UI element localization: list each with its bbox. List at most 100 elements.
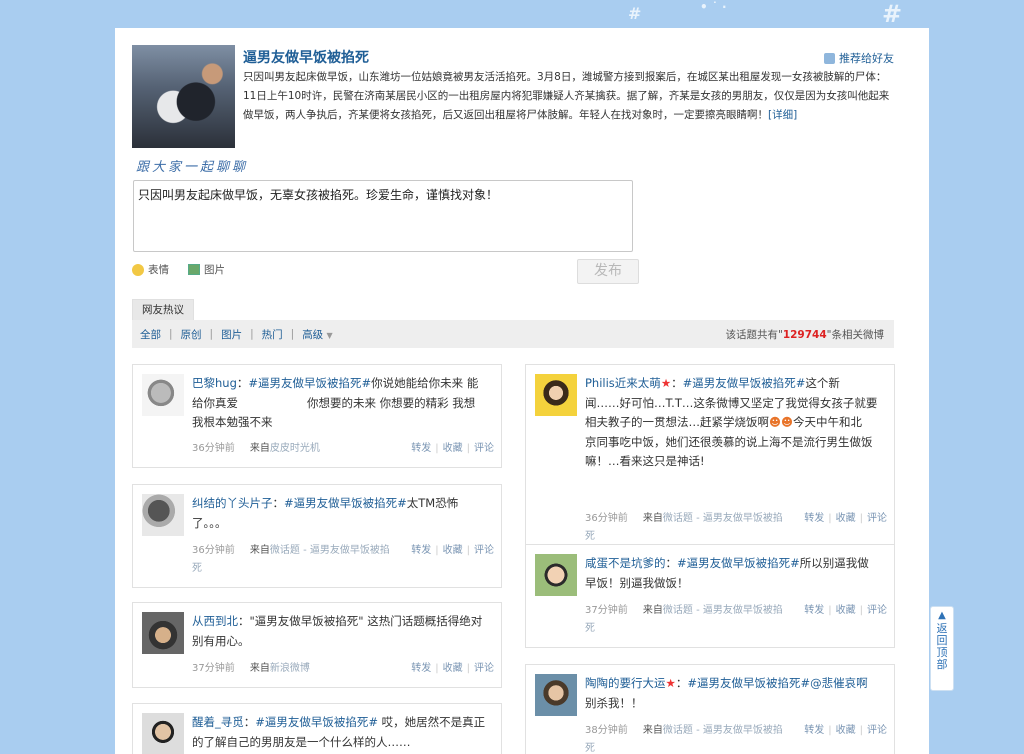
comment-link[interactable]: 评论: [474, 443, 494, 454]
forward-link[interactable]: 转发: [804, 513, 824, 524]
favorite-link[interactable]: 收藏: [836, 605, 856, 616]
avatar[interactable]: [142, 713, 184, 754]
list-item: 纠结的丫头片子：#逼男友做早饭被掐死#太TM恐怖 了。。。 36分钟前 来自微话…: [132, 484, 502, 588]
post-meta: 36分钟前 来自微话题 - 逼男友做早饭被掐 转发 | 收藏 | 评论 死: [192, 545, 494, 574]
forward-link[interactable]: 转发: [411, 443, 431, 454]
thumbs-up-icon: [824, 52, 835, 64]
avatar[interactable]: [535, 554, 577, 596]
filter-original[interactable]: 原创: [173, 327, 210, 342]
post-meta: 37分钟前 来自新浪微博 转发 | 收藏 | 评论: [192, 663, 494, 674]
comment-link[interactable]: 评论: [867, 513, 887, 524]
back-to-top-button[interactable]: ▲ 返 回 顶 部: [930, 606, 954, 691]
decor-hash-2: #: [882, 0, 903, 28]
list-item: 巴黎hug：#逼男友做早饭被掐死#你说她能给你未来 能 给你真爱 你想要的未来 …: [132, 364, 502, 468]
topic-tag[interactable]: #逼男友做早饭被掐死#: [687, 676, 810, 690]
avatar[interactable]: [142, 494, 184, 536]
post-time[interactable]: 38分钟前: [585, 725, 628, 736]
news-photo[interactable]: [132, 45, 235, 148]
post-source[interactable]: 微话题 - 逼男友做早饭被掐: [663, 605, 783, 616]
recommend-button[interactable]: 推荐给好友: [824, 50, 894, 66]
comment-link[interactable]: 评论: [474, 545, 494, 556]
filter-images[interactable]: 图片: [213, 327, 250, 342]
topic-tag[interactable]: #逼男友做早饭被掐死#: [683, 376, 806, 390]
topic-tag[interactable]: #逼男友做早饭被掐死#: [284, 496, 407, 510]
topic-tag[interactable]: #逼男友做早饭被掐死#: [255, 715, 378, 729]
recommend-label: 推荐给好友: [839, 52, 894, 65]
news-title[interactable]: 逼男友做早饭被掐死: [243, 47, 369, 67]
favorite-link[interactable]: 收藏: [443, 443, 463, 454]
post-time[interactable]: 36分钟前: [585, 513, 628, 524]
detail-link[interactable]: [详细]: [768, 109, 797, 121]
star-icon: ★: [665, 676, 676, 690]
decor-dots: • ˙ ·: [700, 0, 727, 14]
comment-link[interactable]: 评论: [867, 725, 887, 736]
forward-link[interactable]: 转发: [411, 663, 431, 674]
mention-link[interactable]: @悲催哀啊: [810, 676, 868, 690]
comment-link[interactable]: 评论: [474, 663, 494, 674]
forward-link[interactable]: 转发: [804, 605, 824, 616]
post-user[interactable]: 醒着_寻觅: [192, 715, 244, 729]
arrow-up-icon: ▲: [938, 610, 946, 621]
tab-hot-discussion[interactable]: 网友热议: [132, 299, 194, 321]
post-button[interactable]: 发布: [577, 259, 639, 284]
post-user[interactable]: 从西到北: [192, 614, 238, 628]
image-button[interactable]: 图片: [188, 262, 225, 277]
emoji-label: 表情: [148, 264, 169, 276]
post-count: 该话题共有"129744"条相关微博: [725, 328, 884, 341]
list-item: 咸蛋不是坑爹的：#逼男友做早饭被掐死#所以别逼我做 早饭！别逼我做饭！ 37分钟…: [525, 544, 895, 648]
chat-heading: 跟大家一起聊聊: [136, 160, 249, 175]
forward-link[interactable]: 转发: [411, 545, 431, 556]
list-item: Philis近来太萌★：#逼男友做早饭被掐死#这个新 闻……好可怕…T.T…这条…: [525, 364, 895, 556]
avatar[interactable]: [535, 374, 577, 416]
favorite-link[interactable]: 收藏: [836, 513, 856, 524]
comment-link[interactable]: 评论: [867, 605, 887, 616]
post-user[interactable]: 陶陶的要行大运: [585, 676, 666, 690]
list-item: 醒着_寻觅：#逼男友做早饭被掐死# 哎，她居然不是真正 的了解自己的男朋友是一个…: [132, 703, 502, 754]
list-item: 从西到北："逼男友做早饭被掐死" 这热门话题概括得绝对 别有用心。 37分钟前 …: [132, 602, 502, 688]
post-source[interactable]: 微话题 - 逼男友做早饭被掐: [270, 545, 390, 556]
image-label: 图片: [204, 264, 225, 276]
avatar[interactable]: [535, 674, 577, 716]
post-time[interactable]: 36分钟前: [192, 545, 235, 556]
emoji-button[interactable]: 表情: [132, 262, 169, 277]
post-meta: 36分钟前 来自微话题 - 逼男友做早饭被掐 转发 | 收藏 | 评论 死: [585, 513, 887, 542]
post-count-number: 129744: [782, 328, 827, 341]
topic-tag[interactable]: #逼男友做早饭被掐死#: [677, 556, 800, 570]
post-time[interactable]: 36分钟前: [192, 443, 235, 454]
post-user[interactable]: Philis近来太萌: [585, 376, 661, 390]
news-summary: 只因叫男友起床做早饭，山东潍坊一位姑娘竟被男友活活掐死。3月8日，潍城警方接到报…: [243, 68, 895, 125]
star-icon: ★: [660, 376, 672, 390]
topic-tag[interactable]: #逼男友做早饭被掐死#: [248, 376, 371, 390]
post-user[interactable]: 巴黎hug: [192, 376, 237, 390]
decor-hash-1: #: [628, 4, 642, 23]
avatar[interactable]: [142, 374, 184, 416]
post-textarea[interactable]: 只因叫男友起床做早饭，无辜女孩被掐死。珍爱生命，谨慎找对象！: [133, 180, 633, 252]
filter-hot[interactable]: 热门: [254, 327, 291, 342]
post-source[interactable]: 新浪微博: [270, 663, 310, 674]
filter-bar: 全部 | 原创 | 图片 | 热门 | 高级 ▼ 该话题共有"129744"条相关微博: [132, 320, 894, 348]
post-meta: 36分钟前 来自皮皮时光机 转发 | 收藏 | 评论: [192, 443, 494, 454]
smile-icon: [132, 263, 144, 276]
post-source[interactable]: 微话题 - 逼男友做早饭被掐: [663, 725, 783, 736]
favorite-link[interactable]: 收藏: [836, 725, 856, 736]
emoticon-icon: ☻☻: [769, 415, 793, 429]
list-item: 陶陶的要行大运★：#逼男友做早饭被掐死#@悲催哀啊 别杀我！！ 38分钟前 来自…: [525, 664, 895, 754]
post-user[interactable]: 咸蛋不是坑爹的: [585, 556, 666, 570]
favorite-link[interactable]: 收藏: [443, 663, 463, 674]
post-time[interactable]: 37分钟前: [585, 605, 628, 616]
post-source[interactable]: 皮皮时光机: [270, 443, 320, 454]
post-source[interactable]: 微话题 - 逼男友做早饭被掐: [663, 513, 783, 524]
filter-advanced[interactable]: 高级 ▼: [294, 327, 341, 342]
forward-link[interactable]: 转发: [804, 725, 824, 736]
post-meta: 38分钟前 来自微话题 - 逼男友做早饭被掐 转发 | 收藏 | 评论 死: [585, 725, 887, 754]
filter-advanced-label: 高级: [302, 328, 324, 341]
post-user[interactable]: 纠结的丫头片子: [192, 496, 273, 510]
page-container: 逼男友做早饭被掐死 推荐给好友 只因叫男友起床做早饭，山东潍坊一位姑娘竟被男友活…: [115, 28, 929, 754]
post-meta: 37分钟前 来自微话题 - 逼男友做早饭被掐 转发 | 收藏 | 评论 死: [585, 605, 887, 634]
post-time[interactable]: 37分钟前: [192, 663, 235, 674]
picture-icon: [188, 264, 200, 275]
avatar[interactable]: [142, 612, 184, 654]
filter-all[interactable]: 全部: [132, 327, 169, 342]
chevron-down-icon: ▼: [326, 330, 333, 340]
favorite-link[interactable]: 收藏: [443, 545, 463, 556]
